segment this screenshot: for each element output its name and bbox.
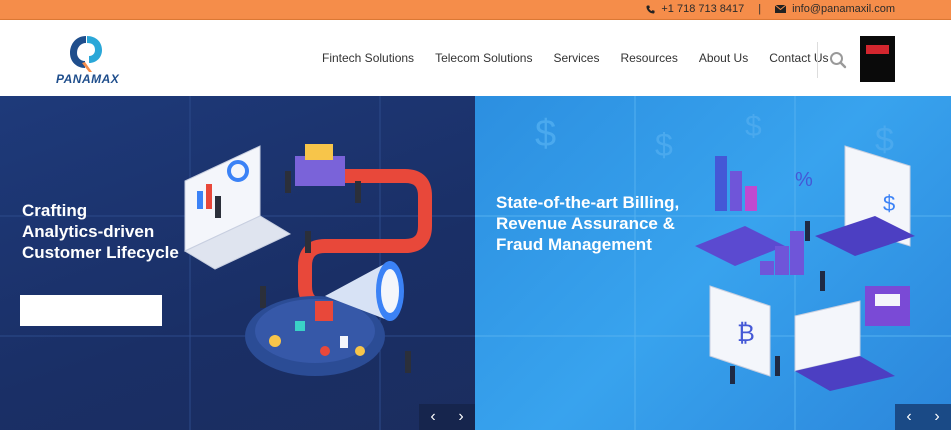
main-nav: Fintech Solutions Telecom Solutions Serv… bbox=[322, 51, 829, 65]
slide-title-line: State-of-the-art Billing, bbox=[496, 193, 680, 212]
svg-text:$: $ bbox=[535, 113, 556, 155]
badge-logo-bar bbox=[866, 45, 889, 54]
billing-illustration: % $ ₿ bbox=[695, 145, 915, 391]
svg-text:$: $ bbox=[883, 191, 895, 216]
hero-slide-billing: $ $ $ $ % $ ₿ State-of-the-art Billing, … bbox=[475, 96, 951, 430]
nav-divider bbox=[817, 42, 818, 78]
slide-title-line: Fraud Management bbox=[496, 235, 652, 254]
phone-icon bbox=[646, 4, 655, 14]
partner-badge[interactable] bbox=[860, 36, 895, 82]
svg-text:%: % bbox=[795, 169, 813, 191]
slider-controls-right: ‹ › bbox=[895, 404, 951, 430]
slide-title-line: Analytics-driven bbox=[22, 222, 155, 241]
search-icon[interactable] bbox=[829, 51, 847, 69]
slide-title-line: Revenue Assurance & bbox=[496, 214, 675, 233]
nav-services[interactable]: Services bbox=[553, 51, 599, 65]
slider-controls-left: ‹ › bbox=[419, 404, 475, 430]
svg-text:₿: ₿ bbox=[737, 320, 755, 347]
nav-resources[interactable]: Resources bbox=[620, 51, 677, 65]
hero-slide-analytics: Crafting Analytics-driven Customer Lifec… bbox=[0, 96, 475, 430]
top-contact-bar: +1 718 713 8417 | info@panamaxil.com bbox=[0, 0, 951, 20]
prev-arrow-icon[interactable]: ‹ bbox=[906, 404, 911, 430]
email-link[interactable]: info@panamaxil.com bbox=[792, 3, 895, 15]
slide-cta-button[interactable] bbox=[20, 295, 162, 326]
phone-link[interactable]: +1 718 713 8417 bbox=[661, 3, 744, 15]
slide-title-analytics: Crafting Analytics-driven Customer Lifec… bbox=[22, 200, 212, 263]
slide-title-billing: State-of-the-art Billing, Revenue Assura… bbox=[496, 192, 726, 255]
analytics-illustration bbox=[183, 144, 432, 376]
svg-text:$: $ bbox=[655, 127, 673, 163]
nav-fintech-solutions[interactable]: Fintech Solutions bbox=[322, 51, 414, 65]
slide-title-line: Customer Lifecycle bbox=[22, 243, 179, 262]
nav-contact-us[interactable]: Contact Us bbox=[769, 51, 828, 65]
contact-separator: | bbox=[758, 3, 762, 15]
prev-arrow-icon[interactable]: ‹ bbox=[430, 404, 435, 430]
envelope-icon bbox=[775, 5, 787, 13]
slide-title-line: Crafting bbox=[22, 201, 88, 220]
logo-mark-icon bbox=[70, 36, 102, 72]
next-arrow-icon[interactable]: › bbox=[458, 404, 463, 430]
panamax-logo[interactable]: PANAMAX bbox=[56, 32, 126, 88]
next-arrow-icon[interactable]: › bbox=[934, 404, 939, 430]
logo-wordmark: PANAMAX bbox=[56, 72, 120, 86]
contact-info: +1 718 713 8417 | info@panamaxil.com bbox=[646, 3, 895, 15]
nav-telecom-solutions[interactable]: Telecom Solutions bbox=[435, 51, 532, 65]
nav-about-us[interactable]: About Us bbox=[699, 51, 748, 65]
main-header: PANAMAX Fintech Solutions Telecom Soluti… bbox=[0, 20, 951, 96]
